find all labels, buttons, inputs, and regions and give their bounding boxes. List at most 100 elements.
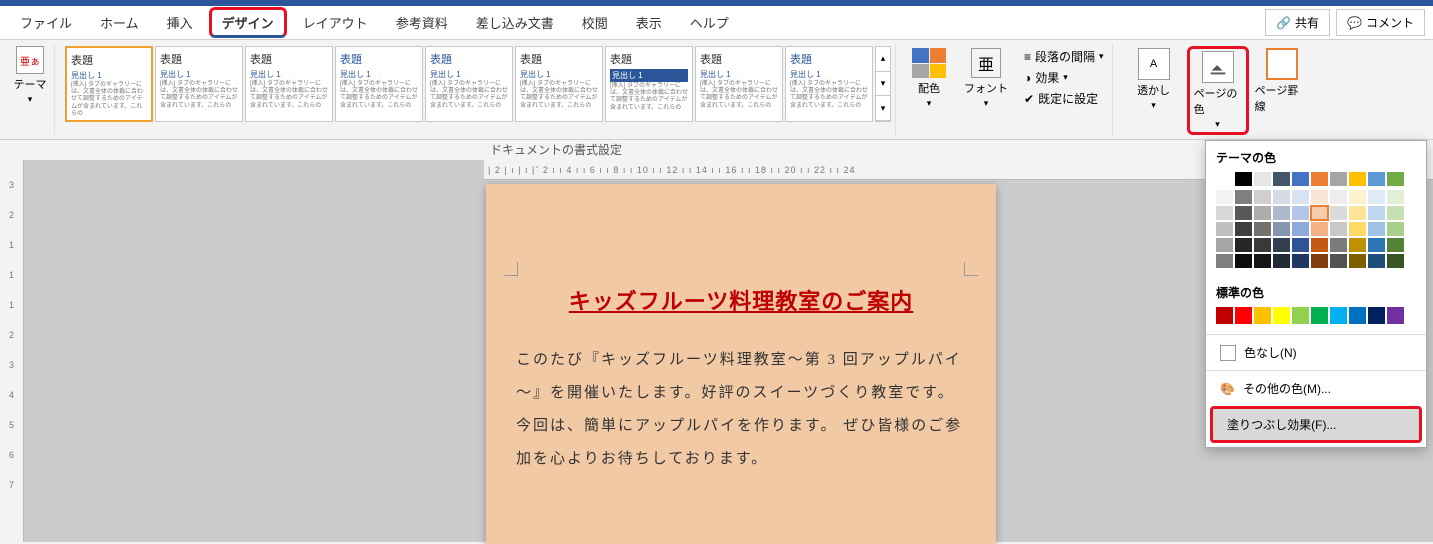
- color-swatch[interactable]: [1387, 172, 1404, 186]
- color-swatch[interactable]: [1216, 172, 1233, 186]
- color-swatch[interactable]: [1216, 206, 1233, 220]
- color-swatch[interactable]: [1216, 190, 1233, 204]
- color-swatch[interactable]: [1292, 206, 1309, 220]
- watermark-button[interactable]: A 透かし▾: [1123, 46, 1185, 113]
- paragraph-spacing-button[interactable]: ≡段落の間隔 ▾: [1024, 48, 1104, 65]
- tab-design[interactable]: デザイン: [209, 7, 287, 38]
- color-swatch[interactable]: [1368, 307, 1385, 324]
- color-swatch[interactable]: [1368, 254, 1385, 268]
- color-swatch[interactable]: [1311, 254, 1328, 268]
- color-swatch[interactable]: [1254, 222, 1271, 236]
- color-swatch[interactable]: [1368, 222, 1385, 236]
- comment-button[interactable]: 💬コメント: [1336, 9, 1425, 36]
- style-set-gallery[interactable]: 表題 見出し 1 [挿入] タブのギャラリーには、文書全体の体裁に合わせて調整す…: [65, 46, 891, 122]
- color-swatch[interactable]: [1235, 190, 1252, 204]
- color-swatch[interactable]: [1235, 172, 1252, 186]
- color-swatch[interactable]: [1368, 190, 1385, 204]
- color-swatch[interactable]: [1273, 172, 1290, 186]
- tab-references[interactable]: 参考資料: [384, 7, 460, 38]
- tab-mail[interactable]: 差し込み文書: [464, 7, 566, 38]
- color-swatch[interactable]: [1387, 238, 1404, 252]
- gallery-item[interactable]: 表題 見出し 1 [挿入] タブのギャラリーには、文書全体の体裁に合わせて調整す…: [695, 46, 783, 122]
- gallery-scroll[interactable]: ▴ ▾ ▾: [875, 46, 891, 122]
- color-swatch[interactable]: [1349, 190, 1366, 204]
- gallery-item[interactable]: 表題 見出し 1 [挿入] タブのギャラリーには、文書全体の体裁に合わせて調整す…: [155, 46, 243, 122]
- set-default-button[interactable]: ✔既定に設定: [1024, 90, 1104, 107]
- color-swatch[interactable]: [1273, 254, 1290, 268]
- gallery-item[interactable]: 表題 見出し 1 [挿入] タブのギャラリーには、文書全体の体裁に合わせて調整す…: [515, 46, 603, 122]
- color-swatch[interactable]: [1349, 238, 1366, 252]
- tab-view[interactable]: 表示: [624, 7, 674, 38]
- color-swatch[interactable]: [1330, 222, 1347, 236]
- color-swatch[interactable]: [1216, 222, 1233, 236]
- themes-button[interactable]: 亜ぁ テーマ ▾: [10, 46, 50, 105]
- color-swatch[interactable]: [1273, 222, 1290, 236]
- more-colors-item[interactable]: 🎨 その他の色(M)...: [1206, 373, 1426, 404]
- color-swatch[interactable]: [1273, 238, 1290, 252]
- colors-button[interactable]: 配色▾: [906, 46, 952, 111]
- share-button[interactable]: 🔗共有: [1265, 9, 1330, 36]
- color-swatch[interactable]: [1349, 222, 1366, 236]
- color-swatch[interactable]: [1216, 307, 1233, 324]
- color-swatch[interactable]: [1273, 190, 1290, 204]
- document-title[interactable]: キッズフルーツ料理教室のご案内: [516, 284, 966, 316]
- color-swatch[interactable]: [1235, 254, 1252, 268]
- expand-gallery-icon[interactable]: ▾: [876, 96, 890, 121]
- color-swatch[interactable]: [1368, 238, 1385, 252]
- color-swatch[interactable]: [1311, 172, 1328, 186]
- color-swatch[interactable]: [1330, 254, 1347, 268]
- color-swatch[interactable]: [1387, 222, 1404, 236]
- color-swatch[interactable]: [1349, 172, 1366, 186]
- document-body[interactable]: このたび『キッズフルーツ料理教室～第 3 回アップルパイ～』を開催いたします。好…: [516, 344, 966, 476]
- effects-button[interactable]: ◑効果 ▾: [1024, 69, 1104, 86]
- color-swatch[interactable]: [1273, 206, 1290, 220]
- tab-insert[interactable]: 挿入: [155, 7, 205, 38]
- color-swatch[interactable]: [1292, 222, 1309, 236]
- color-swatch[interactable]: [1254, 206, 1271, 220]
- no-color-item[interactable]: 色なし(N): [1206, 337, 1426, 368]
- color-swatch[interactable]: [1235, 206, 1252, 220]
- color-swatch[interactable]: [1273, 307, 1290, 324]
- color-swatch[interactable]: [1254, 238, 1271, 252]
- color-swatch[interactable]: [1311, 307, 1328, 324]
- color-swatch[interactable]: [1235, 222, 1252, 236]
- fonts-button[interactable]: 亜 フォント▾: [958, 46, 1014, 111]
- color-swatch[interactable]: [1216, 238, 1233, 252]
- color-swatch[interactable]: [1387, 190, 1404, 204]
- color-swatch[interactable]: [1311, 206, 1328, 220]
- gallery-item[interactable]: 表題 見出し 1 [挿入] タブのギャラリーには、文書全体の体裁に合わせて調整す…: [425, 46, 513, 122]
- gallery-item[interactable]: 表題 見出し 1 [挿入] タブのギャラリーには、文書全体の体裁に合わせて調整す…: [245, 46, 333, 122]
- color-swatch[interactable]: [1235, 307, 1252, 324]
- color-swatch[interactable]: [1311, 222, 1328, 236]
- gallery-item[interactable]: 表題 見出し 1 [挿入] タブのギャラリーには、文書全体の体裁に合わせて調整す…: [65, 46, 153, 122]
- color-swatch[interactable]: [1349, 307, 1366, 324]
- color-swatch[interactable]: [1292, 190, 1309, 204]
- tab-review[interactable]: 校閲: [570, 7, 620, 38]
- color-swatch[interactable]: [1368, 206, 1385, 220]
- color-swatch[interactable]: [1254, 172, 1271, 186]
- page-border-button[interactable]: ページ罫線: [1251, 46, 1313, 116]
- color-swatch[interactable]: [1330, 238, 1347, 252]
- color-swatch[interactable]: [1216, 254, 1233, 268]
- color-swatch[interactable]: [1254, 254, 1271, 268]
- color-swatch[interactable]: [1292, 254, 1309, 268]
- tab-layout[interactable]: レイアウト: [291, 7, 380, 38]
- color-swatch[interactable]: [1387, 254, 1404, 268]
- color-swatch[interactable]: [1330, 172, 1347, 186]
- gallery-item[interactable]: 表題 見出し 1 [挿入] タブのギャラリーには、文書全体の体裁に合わせて調整す…: [785, 46, 873, 122]
- color-swatch[interactable]: [1311, 190, 1328, 204]
- color-swatch[interactable]: [1292, 172, 1309, 186]
- color-swatch[interactable]: [1349, 206, 1366, 220]
- color-swatch[interactable]: [1311, 238, 1328, 252]
- tab-file[interactable]: ファイル: [8, 7, 84, 38]
- scroll-down-icon[interactable]: ▾: [876, 72, 890, 97]
- color-swatch[interactable]: [1349, 254, 1366, 268]
- gallery-item[interactable]: 表題 見出し 1 [挿入] タブのギャラリーには、文書全体の体裁に合わせて調整す…: [605, 46, 693, 122]
- color-swatch[interactable]: [1330, 206, 1347, 220]
- color-swatch[interactable]: [1330, 307, 1347, 324]
- color-swatch[interactable]: [1330, 190, 1347, 204]
- color-swatch[interactable]: [1254, 307, 1271, 324]
- gallery-item[interactable]: 表題 見出し 1 [挿入] タブのギャラリーには、文書全体の体裁に合わせて調整す…: [335, 46, 423, 122]
- page-color-button[interactable]: ページの色▾: [1187, 46, 1249, 135]
- color-swatch[interactable]: [1292, 307, 1309, 324]
